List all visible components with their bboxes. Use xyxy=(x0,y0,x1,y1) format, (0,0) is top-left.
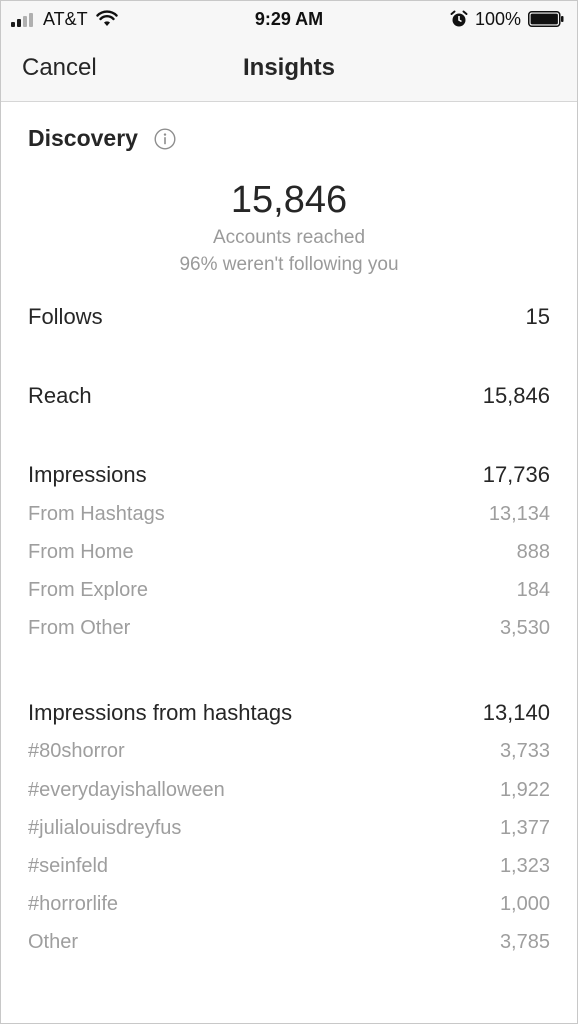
hashtag-label: #horrorlife xyxy=(28,893,119,915)
breakdown-label: From Other xyxy=(28,617,131,639)
info-circle-icon[interactable] xyxy=(154,127,176,150)
battery-icon xyxy=(528,11,564,27)
nav-bar: Cancel Insights xyxy=(1,37,577,102)
hashtag-row: #80shorror 3,733 xyxy=(28,740,550,763)
hashtag-label: #julialouisdreyfus xyxy=(28,817,182,839)
reach-label: Reach xyxy=(28,383,92,408)
battery-percent: 100% xyxy=(475,9,522,29)
reach-row: Reach 15,846 xyxy=(28,383,550,409)
impressions-breakdown-row: From Explore 184 xyxy=(28,579,550,602)
breakdown-value: 184 xyxy=(516,579,550,601)
hashtag-label: Other xyxy=(28,931,79,953)
hashtag-row: #julialouisdreyfus 1,377 xyxy=(28,817,550,840)
impressions-label: Impressions xyxy=(28,462,147,487)
hashtag-label: #80shorror xyxy=(28,740,125,762)
not-following-text: 96% weren't following you xyxy=(179,254,399,275)
breakdown-value: 3,530 xyxy=(499,617,550,639)
hashtag-value: 3,733 xyxy=(499,740,550,762)
page-title: Insights xyxy=(242,54,335,81)
discovery-header: Discovery xyxy=(28,125,176,152)
accounts-reached-label: Accounts reached xyxy=(212,227,366,248)
hashtag-row: #horrorlife 1,000 xyxy=(28,893,550,916)
hashtag-impressions-row: Impressions from hashtags 13,140 xyxy=(28,700,550,726)
follows-label: Follows xyxy=(28,304,103,329)
impressions-breakdown-row: From Hashtags 13,134 xyxy=(28,503,550,526)
hashtag-value: 1,922 xyxy=(499,779,550,801)
hashtag-row: #seinfeld 1,323 xyxy=(28,855,550,878)
hashtag-label: #seinfeld xyxy=(28,855,109,877)
screen: AT&T 9:29 AM 100% Cancel Insights Discov… xyxy=(0,0,578,1024)
status-bar: AT&T 9:29 AM 100% xyxy=(1,1,577,37)
breakdown-label: From Hashtags xyxy=(28,503,165,525)
hashtag-impressions-value: 13,140 xyxy=(482,700,550,725)
hashtag-value: 1,000 xyxy=(499,893,550,915)
hashtag-impressions-label: Impressions from hashtags xyxy=(28,700,293,725)
accounts-reached-value: 15,846 xyxy=(230,179,348,221)
alarm-clock-icon xyxy=(450,10,468,27)
hashtag-value: 1,323 xyxy=(499,855,550,877)
impressions-breakdown-row: From Home 888 xyxy=(28,541,550,564)
section-title: Discovery xyxy=(28,125,138,151)
breakdown-value: 13,134 xyxy=(488,503,550,525)
impressions-row: Impressions 17,736 xyxy=(28,462,550,488)
reach-value: 15,846 xyxy=(482,383,550,408)
breakdown-value: 888 xyxy=(516,541,550,563)
hashtag-row: #everydayishalloween 1,922 xyxy=(28,779,550,802)
hashtag-label: #everydayishalloween xyxy=(28,779,225,801)
impressions-breakdown-row: From Other 3,530 xyxy=(28,617,550,640)
hashtag-value: 3,785 xyxy=(499,931,550,953)
follows-row: Follows 15 xyxy=(28,304,550,330)
follows-value: 15 xyxy=(525,304,550,329)
hashtag-row: Other 3,785 xyxy=(28,931,550,954)
breakdown-label: From Explore xyxy=(28,579,149,601)
breakdown-label: From Home xyxy=(28,541,134,563)
hashtag-value: 1,377 xyxy=(499,817,550,839)
impressions-value: 17,736 xyxy=(482,462,550,487)
